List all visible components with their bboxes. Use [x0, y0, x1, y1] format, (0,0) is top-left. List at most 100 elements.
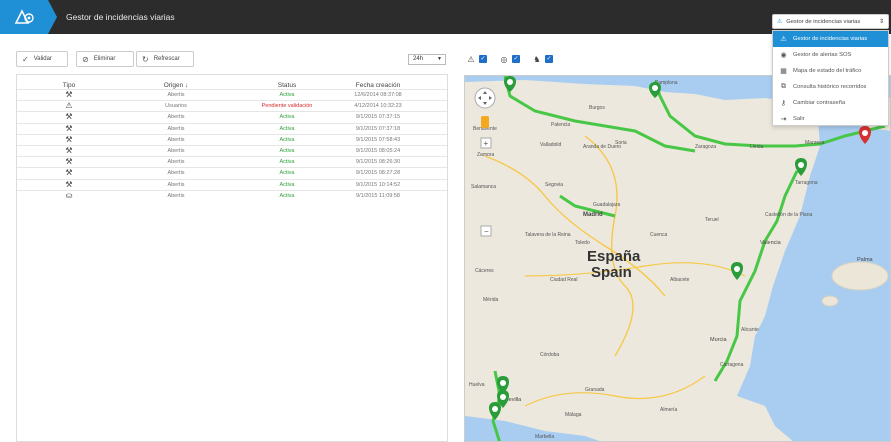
menu-item-salir[interactable]: ⇥ Salir — [773, 111, 888, 127]
cell-fecha: 9/1/2015 10:14:52 — [355, 181, 401, 188]
refresh-icon: ↻ — [142, 54, 149, 64]
city-label: Granada — [585, 387, 605, 393]
incident-icon: ⚠ — [780, 36, 787, 43]
header-origen[interactable]: Origen ↓ — [149, 82, 203, 89]
cell-origen: Abertis — [167, 148, 185, 154]
cell-origen: Abertis — [167, 192, 185, 199]
warning-icon: ⚠ — [65, 101, 73, 111]
cell-status: Activa — [279, 192, 295, 199]
cell-fecha: 4/12/2014 10:32:23 — [354, 103, 402, 110]
menu-item-alertas-sos[interactable]: ◉ Gestor de alertas SOS — [773, 47, 888, 63]
city-label: Salamanca — [471, 184, 496, 190]
cell-origen: Abertis — [167, 181, 185, 188]
roadwork-filter-checkbox[interactable]: ✓ — [479, 55, 487, 63]
cell-status: Activa — [279, 170, 295, 177]
city-label: Albacete — [670, 277, 690, 283]
roadwork-icon: ⚒ — [65, 112, 73, 122]
cell-fecha: 12/6/2014 08:37:08 — [354, 92, 402, 98]
ban-icon: ⊘ — [82, 54, 89, 64]
header-tipo[interactable]: Tipo — [43, 82, 95, 89]
incident-table: Tipo Origen ↓ Status Fecha creación ⚒ Abe… — [16, 74, 448, 442]
city-label: Palma — [857, 257, 874, 263]
city-label: Teruel — [705, 217, 719, 223]
validar-button[interactable]: ✓ Validar — [16, 51, 68, 67]
svg-text:−: − — [484, 227, 489, 236]
header-status[interactable]: Status — [241, 82, 333, 89]
city-label: Manresa — [805, 140, 825, 146]
incident-icon: ⚠ — [777, 18, 783, 25]
map-pan-control[interactable] — [474, 87, 496, 109]
city-label: Madrid — [583, 212, 603, 218]
refrescar-button[interactable]: ↻ Refrescar — [136, 51, 194, 67]
table-row[interactable]: ⚒ Abertis Activa 9/1/2015 08:26:30 — [17, 156, 447, 167]
cell-fecha: 9/1/2015 07:37:15 — [355, 114, 401, 121]
city-label: Ciudad Real — [550, 277, 578, 283]
cell-status: Pendiente validación — [261, 103, 313, 110]
city-label: Murcia — [710, 337, 727, 343]
roadwork-icon: ⚒ — [65, 146, 73, 155]
zoom-out-button[interactable]: − — [480, 225, 492, 237]
exit-icon: ⇥ — [780, 116, 787, 123]
eliminar-button[interactable]: ⊘ Eliminar — [76, 51, 134, 67]
animal-filter-checkbox[interactable]: ✓ — [545, 55, 553, 63]
sos-filter-checkbox[interactable]: ✓ — [512, 55, 520, 63]
city-label: Málaga — [565, 412, 582, 418]
city-label: Castellón de la Plana — [765, 212, 812, 218]
city-label: Zamora — [477, 152, 494, 158]
cell-fecha: 9/1/2015 11:09:58 — [356, 192, 400, 199]
cell-origen: Abertis — [167, 114, 185, 121]
table-row[interactable]: ⚒ Abertis Activa 9/1/2015 08:27:28 — [17, 167, 447, 178]
cell-status: Activa — [279, 92, 295, 98]
city-label: Zaragoza — [695, 144, 716, 150]
history-icon: ⧉ — [781, 83, 786, 90]
city-label: Almería — [660, 407, 677, 413]
app-switcher-menu: ⚠ Gestor de incidencias viarias ◉ Gestor… — [772, 30, 889, 126]
traffic-map[interactable]: España Spain Pamplona Burgos Palencia Va… — [464, 75, 891, 442]
header-fecha[interactable]: Fecha creación — [329, 82, 427, 89]
table-row[interactable]: ⛀ Abertis Activa 9/1/2015 11:09:58 — [17, 189, 447, 201]
city-label: Talavera de la Reina — [525, 232, 571, 238]
cell-status: Activa — [279, 125, 295, 132]
sos-icon: ◉ — [780, 52, 787, 59]
menu-item-historico[interactable]: ⧉ Consulta histórico recorridos — [773, 79, 888, 95]
table-row[interactable]: ⚒ Abertis Activa 9/1/2015 08:05:24 — [17, 145, 447, 156]
menu-item-contrasena[interactable]: ⚷ Cambiar contraseña — [773, 95, 888, 111]
table-row[interactable]: ⚒ Abertis Activa 9/1/2015 10:14:52 — [17, 178, 447, 190]
app-switcher-select[interactable]: ⚠ Gestor de incidencias viarias ⇕ — [772, 14, 889, 29]
key-icon: ⚷ — [780, 100, 787, 107]
table-row[interactable]: ⚒ Abertis Activa 12/6/2014 08:37:08 — [17, 89, 447, 100]
app-header: Gestor de incidencias viarias — [0, 0, 891, 34]
menu-item-mapa-trafico[interactable]: ▦ Mapa de estado del tráfico — [773, 63, 888, 79]
chevron-updown-icon: ⇕ — [878, 19, 884, 25]
animal-filter-icon: ♞ — [533, 54, 541, 64]
zoom-in-button[interactable]: + — [480, 137, 492, 149]
cell-status: Activa — [279, 136, 295, 143]
cell-origen: Abertis — [167, 125, 185, 132]
table-row[interactable]: ⚒ Abertis Activa 9/1/2015 07:58:43 — [17, 133, 447, 145]
check-icon: ✓ — [22, 54, 29, 64]
cell-origen: Abertis — [167, 136, 185, 143]
map-canvas[interactable]: España Spain Pamplona Burgos Palencia Va… — [465, 76, 891, 442]
city-label: Lleida — [750, 144, 764, 150]
city-label: Alicante — [741, 327, 759, 333]
table-row[interactable]: ⚒ Abertis Activa 9/1/2015 07:37:18 — [17, 122, 447, 134]
cell-fecha: 9/1/2015 07:37:18 — [355, 125, 401, 132]
time-range-select[interactable]: 24h ▼ — [408, 54, 446, 65]
table-row[interactable]: ⚒ Abertis Activa 9/1/2015 07:37:15 — [17, 111, 447, 122]
cell-status: Activa — [279, 159, 295, 166]
city-label: Guadalajara — [593, 202, 620, 208]
street-view-pegman-icon[interactable] — [481, 116, 489, 128]
roadwork-icon: ⚒ — [65, 123, 73, 133]
cell-status: Activa — [279, 148, 295, 154]
table-row[interactable]: ⚠ Usuarios Pendiente validación 4/12/2014 1… — [17, 100, 447, 111]
app-logo-icon — [14, 9, 34, 24]
city-label: Cuenca — [650, 232, 667, 238]
menu-item-incidencias[interactable]: ⚠ Gestor de incidencias viarias — [773, 31, 888, 47]
app-title: Gestor de incidencias viarias — [66, 12, 175, 22]
cell-fecha: 9/1/2015 07:58:43 — [355, 136, 401, 143]
app-logo[interactable] — [0, 0, 48, 34]
city-label: Valladolid — [540, 142, 562, 148]
city-label: Aranda de Duero — [583, 144, 621, 150]
roadwork-icon: ⚒ — [65, 157, 73, 167]
map-layer-filters: ⚠ ✓ ◎ ✓ ♞ ✓ — [466, 53, 553, 65]
